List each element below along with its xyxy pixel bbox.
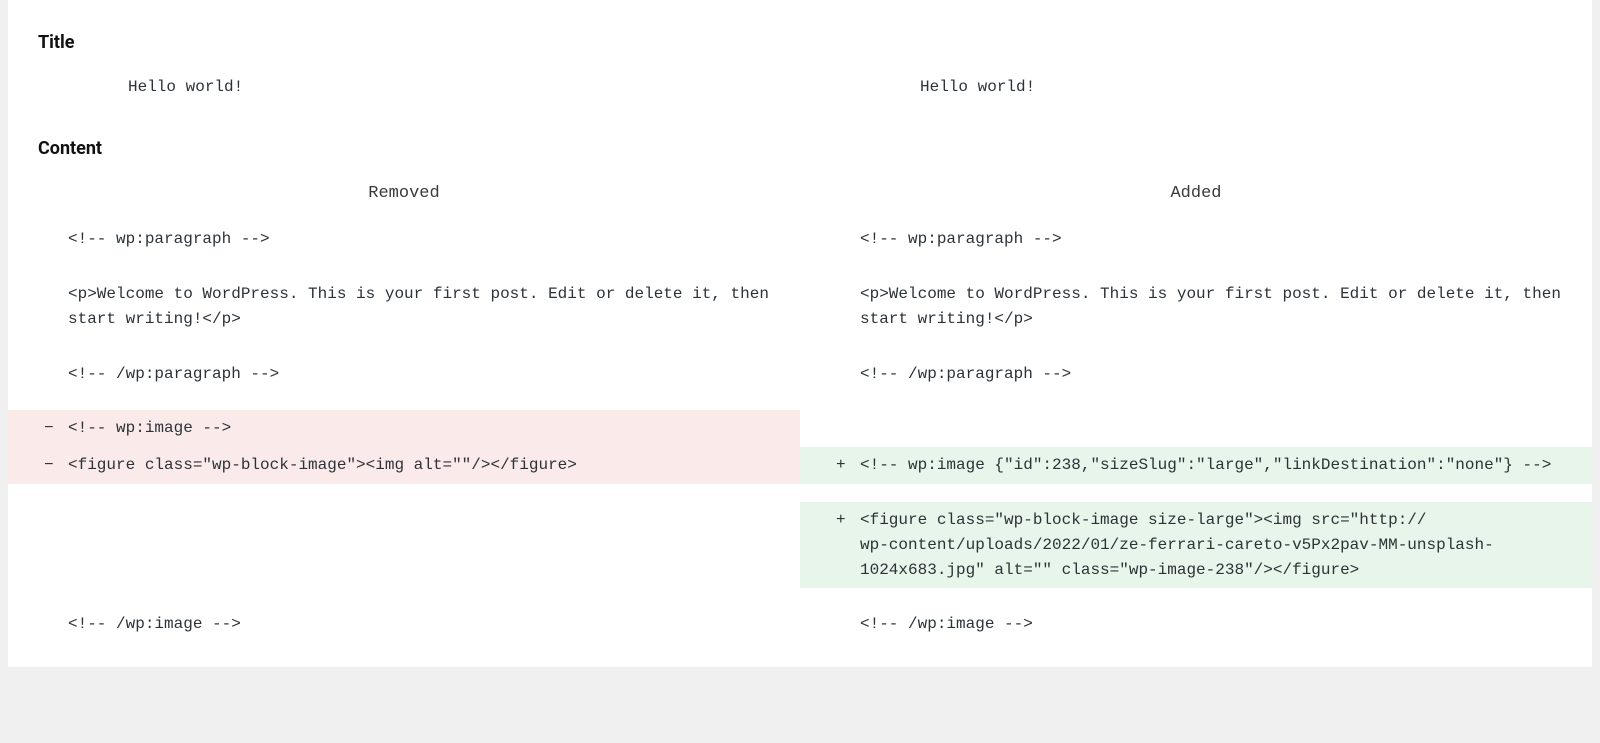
added-column-header: Added <box>800 171 1592 221</box>
diff-text: <!-- /wp:paragraph --> <box>68 365 279 383</box>
title-right: Hello world! <box>860 69 1572 106</box>
diff-text: <p>Welcome to WordPress. This is your fi… <box>860 285 1571 328</box>
diff-line: <!-- /wp:paragraph --> <box>8 356 800 393</box>
diff-line: <!-- wp:paragraph --> <box>800 221 1592 258</box>
diff-text: <!-- /wp:image --> <box>860 615 1033 633</box>
diff-text: <p>Welcome to WordPress. This is your fi… <box>68 285 779 328</box>
plus-marker: + <box>836 453 846 478</box>
diff-text: <!-- /wp:paragraph --> <box>860 365 1071 383</box>
diff-text: <figure class="wp-block-image size-large… <box>860 511 1561 579</box>
minus-marker: − <box>44 453 54 478</box>
content-section-heading: Content <box>38 138 1592 159</box>
diff-line: <p>Welcome to WordPress. This is your fi… <box>8 276 800 338</box>
removed-column-header: Removed <box>8 171 800 221</box>
diff-text: <!-- /wp:image --> <box>68 615 241 633</box>
diff-text: <!-- wp:paragraph --> <box>860 230 1062 248</box>
title-left: Hello world! <box>68 69 780 106</box>
title-diff-table: Hello world! Hello world! <box>8 65 1592 110</box>
diff-line: + <!-- wp:image {"id":238,"sizeSlug":"lar… <box>800 447 1592 484</box>
title-section-heading: Title <box>38 32 1592 53</box>
diff-line: <!-- /wp:image --> <box>800 606 1592 643</box>
diff-line: + <figure class="wp-block-image size-larg… <box>800 502 1592 588</box>
content-diff-table: Removed Added <!-- wp:paragraph --> <!-- … <box>8 171 1592 643</box>
diff-text: <figure class="wp-block-image"><img alt=… <box>68 456 577 474</box>
diff-text: <!-- wp:image --> <box>68 419 231 437</box>
diff-line: <!-- /wp:paragraph --> <box>800 356 1592 393</box>
diff-line: <!-- wp:paragraph --> <box>8 221 800 258</box>
plus-marker: + <box>836 508 846 533</box>
diff-text: <!-- wp:paragraph --> <box>68 230 270 248</box>
diff-line: −<figure class="wp-block-image"><img alt… <box>8 447 800 484</box>
diff-line: <!-- /wp:image --> <box>8 606 800 643</box>
diff-line: <p>Welcome to WordPress. This is your fi… <box>800 276 1592 338</box>
diff-line: −<!-- wp:image --> <box>8 410 800 447</box>
diff-text: <!-- wp:image {"id":238,"sizeSlug":"larg… <box>860 456 1551 474</box>
minus-marker: − <box>44 416 54 441</box>
revision-diff-panel: Title Hello world! Hello world! Content … <box>8 0 1592 667</box>
